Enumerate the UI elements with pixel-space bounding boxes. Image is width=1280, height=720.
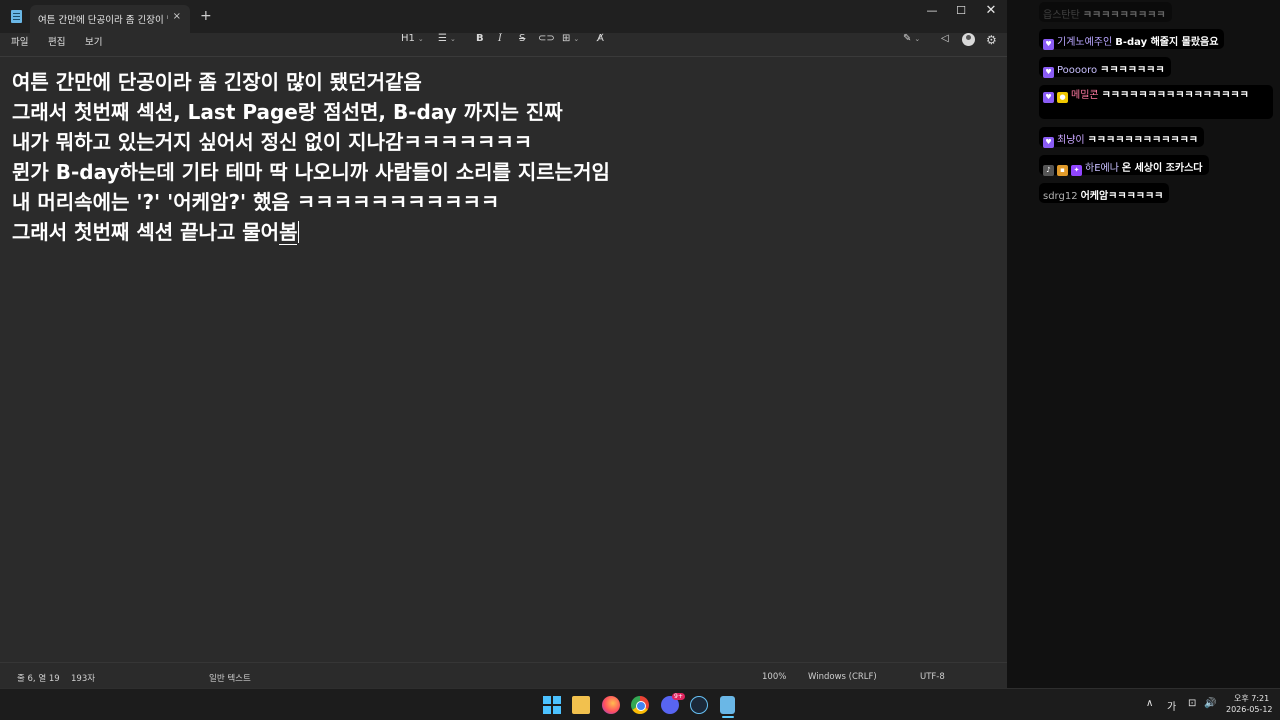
taskbar: ∧ 가 ⊡ 🔊 오후 7:21 2026-05-12	[0, 688, 1280, 720]
chrome-icon[interactable]	[631, 696, 649, 714]
text-editor[interactable]: 여튼 간만에 단공이라 좀 긴장이 많이 됐던거같음 그래서 첫번째 섹션, L…	[0, 58, 1007, 662]
guitar-badge-icon: ♪	[1043, 165, 1054, 176]
volume-icon[interactable]: 🔊	[1204, 698, 1216, 709]
table-dropdown[interactable]: ⊞ ⌄	[562, 33, 579, 44]
emote-badge-icon: ●	[1057, 92, 1068, 103]
character-count: 193자	[71, 674, 96, 684]
steam-icon[interactable]	[690, 696, 708, 714]
editor-line: 내 머리속에는 '?' '어케암?' 했음 ㅋㅋㅋㅋㅋㅋㅋㅋㅋㅋㅋ	[12, 190, 500, 214]
bold-button[interactable]: B	[476, 33, 484, 44]
heading-dropdown[interactable]: H1 ⌄	[401, 33, 424, 44]
copilot-icon: ✎	[903, 33, 912, 44]
chat-message: ♥ ● 메밀콘 ㅋㅋㅋㅋㅋㅋㅋㅋㅋㅋㅋㅋㅋㅋㅋㅋ	[1039, 85, 1273, 119]
editor-line: 내가 뭐하고 있는거지 싶어서 정신 없이 지나감ㅋㅋㅋㅋㅋㅋㅋ	[12, 130, 533, 154]
editor-line-current: 그래서 첫번째 섹션 끝나고 물어봄	[12, 216, 300, 245]
chat-text: ㅋㅋㅋㅋㅋㅋㅋㅋㅋㅋㅋㅋㅋㅋㅋㅋ	[1101, 90, 1249, 101]
chat-message: 읍스탄탄 ㅋㅋㅋㅋㅋㅋㅋㅋㅋ	[1039, 2, 1172, 22]
subscriber-heart-icon: ♥	[1043, 39, 1054, 50]
subscriber-heart-icon: ♥	[1043, 67, 1054, 78]
list-icon: ☰	[438, 33, 447, 44]
notepad-taskbar-icon[interactable]	[720, 696, 735, 714]
network-icon[interactable]: ⊡	[1188, 698, 1196, 709]
ime-indicator[interactable]: 가	[1167, 698, 1176, 713]
text-format[interactable]: 일반 텍스트	[209, 672, 251, 684]
chat-nickname: 읍스탄탄	[1043, 10, 1080, 21]
windows-start-icon[interactable]	[543, 696, 561, 714]
settings-gear-icon[interactable]: ⚙	[986, 33, 997, 47]
chat-text: 온 세상이 조카스다	[1121, 163, 1203, 174]
chat-message: ♥ Pooooro ㅋㅋㅋㅋㅋㅋㅋ	[1039, 57, 1171, 78]
chat-text: ㅋㅋㅋㅋㅋㅋㅋㅋㅋ	[1082, 10, 1166, 21]
chat-message: ♪ ▪ ✦ 하E에나 온 세상이 조카스다	[1039, 155, 1209, 176]
chat-message: ♥ 기계노예주인 B-day 해줄지 몰랐음요	[1039, 29, 1225, 50]
subscriber-heart-icon: ♥	[1043, 92, 1054, 103]
chevron-down-icon: ⌄	[417, 35, 424, 43]
maximize-button[interactable]: ☐	[946, 2, 976, 20]
show-hidden-icons-chevron-icon[interactable]: ∧	[1146, 698, 1153, 709]
file-explorer-icon[interactable]	[572, 696, 590, 714]
clear-formatting-icon[interactable]: A̸	[597, 33, 604, 44]
chat-overlay: 읍스탄탄 ㅋㅋㅋㅋㅋㅋㅋㅋㅋ ♥ 기계노예주인 B-day 해줄지 몰랐음요 ♥ Poo…	[1007, 0, 1280, 688]
encoding[interactable]: UTF-8	[920, 672, 945, 682]
chevron-down-icon: ⌄	[573, 35, 580, 43]
emote-badge-icon: ▪	[1057, 165, 1068, 176]
heading-label: H1	[401, 33, 415, 44]
tab-title: 여튼 간만에 단공이라 좀 긴장이 많이 됐던거같음	[38, 15, 168, 26]
table-icon: ⊞	[562, 33, 571, 44]
chat-nickname: 기계노예주인	[1057, 37, 1113, 48]
new-tab-button[interactable]: +	[200, 8, 212, 24]
chat-nickname: 최냥이	[1057, 135, 1085, 146]
chat-nickname: 하E에나	[1085, 163, 1119, 174]
editor-line: 그래서 첫번째 섹션, Last Page랑 점선면, B-day 까지는 진짜	[12, 100, 563, 124]
cursor-position: 줄 6, 열 19	[17, 674, 60, 684]
chat-text: ㅋㅋㅋㅋㅋㅋㅋ	[1100, 65, 1165, 76]
editor-line-text: 그래서 첫번째 섹션 끝나고 물어	[12, 220, 280, 244]
menu-edit[interactable]: 편집	[48, 34, 65, 48]
close-tab-icon[interactable]: ×	[173, 11, 181, 22]
notepad-app-icon	[11, 10, 22, 23]
composing-character: 봄	[279, 220, 298, 245]
strikethrough-button[interactable]: S	[519, 33, 525, 44]
italic-button[interactable]: I	[498, 33, 502, 44]
chat-message: sdrg12 어케암ㅋㅋㅋㅋㅋㅋ	[1039, 183, 1170, 203]
chat-nickname: sdrg12	[1043, 191, 1078, 202]
list-dropdown[interactable]: ☰ ⌄	[438, 33, 456, 44]
copilot-dropdown[interactable]: ✎ ⌄	[903, 33, 920, 44]
editor-line: 뮌가 B-day하는데 기타 테마 딱 나오니까 사람들이 소리를 지르는거임	[12, 160, 610, 184]
discord-notification-badge: 9+	[672, 693, 685, 700]
share-icon[interactable]: ◁	[941, 33, 949, 44]
chat-nickname: Pooooro	[1057, 65, 1098, 76]
firefox-icon[interactable]	[602, 696, 620, 714]
menu-view[interactable]: 보기	[85, 34, 102, 48]
chat-text: ㅋㅋㅋㅋㅋㅋㅋㅋㅋㅋㅋㅋ	[1087, 135, 1199, 146]
tab-current-document[interactable]: 여튼 간만에 단공이라 좀 긴장이 많이 됐던거같음 ×	[30, 5, 190, 33]
clock-date[interactable]: 2026-05-12	[1226, 705, 1273, 714]
menu-bar: 파일 편집 보기 H1 ⌄ ☰ ⌄ B I S ⊂⊃ ⊞ ⌄ A̸ ✎ ⌄ ◁ ⚙	[0, 33, 1007, 57]
clock-time[interactable]: 오후 7:21	[1234, 693, 1269, 704]
line-ending[interactable]: Windows (CRLF)	[808, 672, 877, 682]
editor-line: 여튼 간만에 단공이라 좀 긴장이 많이 됐던거같음	[12, 70, 422, 94]
partner-badge-icon: ✦	[1071, 165, 1082, 176]
minimize-button[interactable]: —	[917, 2, 947, 20]
chat-text: 어케암ㅋㅋㅋㅋㅋㅋ	[1080, 191, 1164, 202]
account-avatar[interactable]	[962, 33, 975, 46]
menu-file[interactable]: 파일	[11, 34, 28, 48]
chevron-down-icon: ⌄	[449, 35, 456, 43]
chat-message: ♥ 최냥이 ㅋㅋㅋㅋㅋㅋㅋㅋㅋㅋㅋㅋ	[1039, 127, 1205, 148]
status-bar: 줄 6, 열 19 193자 일반 텍스트 100% Windows (CRLF…	[0, 662, 1007, 688]
zoom-level[interactable]: 100%	[762, 672, 786, 682]
title-bar: 여튼 간만에 단공이라 좀 긴장이 많이 됐던거같음 × + — ☐ ✕	[0, 0, 1007, 33]
chat-text: B-day 해줄지 몰랐음요	[1115, 37, 1219, 48]
close-window-button[interactable]: ✕	[976, 2, 1006, 20]
notepad-window: 여튼 간만에 단공이라 좀 긴장이 많이 됐던거같음 × + — ☐ ✕ 파일 …	[0, 0, 1007, 688]
text-caret	[298, 221, 300, 243]
chevron-down-icon: ⌄	[914, 35, 921, 43]
link-icon[interactable]: ⊂⊃	[538, 33, 555, 44]
active-app-indicator	[722, 716, 734, 718]
subscriber-heart-icon: ♥	[1043, 137, 1054, 148]
chat-nickname: 메밀콘	[1071, 90, 1099, 101]
